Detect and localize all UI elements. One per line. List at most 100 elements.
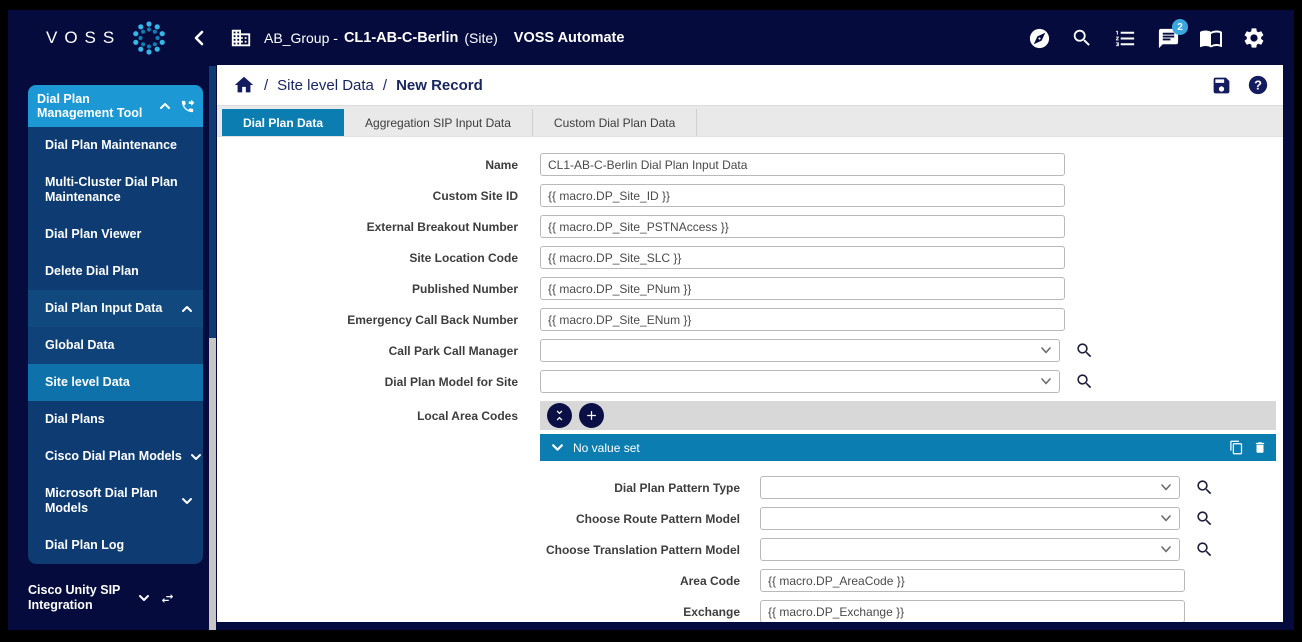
sidebar-item-delete-dial-plan[interactable]: Delete Dial Plan (28, 253, 203, 290)
main-content: / Site level Data / New Record ? Dial Pl… (217, 65, 1283, 622)
voss-logo: VOSS (8, 19, 186, 57)
sidebar-item-dial-plan-viewer[interactable]: Dial Plan Viewer (28, 216, 203, 253)
chevron-down-icon (1160, 483, 1172, 492)
external-breakout-number-field[interactable] (540, 215, 1065, 238)
voss-logo-text: VOSS (46, 28, 121, 48)
sidebar-item-global-data[interactable]: Global Data (28, 327, 203, 364)
field-label: Emergency Call Back Number (217, 313, 540, 327)
tab-bar: Dial Plan Data Aggregation SIP Input Dat… (217, 106, 1283, 137)
chevron-down-icon (138, 594, 150, 602)
search-icon (1195, 478, 1214, 497)
form-row-published-number: Published Number (217, 277, 1283, 300)
name-field[interactable] (540, 153, 1065, 176)
chevron-down-icon (190, 453, 202, 461)
sidebar-item-dial-plan-maintenance[interactable]: Dial Plan Maintenance (28, 127, 203, 164)
top-icon-group: 2 (1027, 26, 1294, 50)
choose-route-pattern-model-search-button[interactable] (1195, 509, 1214, 528)
chevron-up-icon (181, 305, 193, 313)
area-code-field[interactable] (760, 569, 1185, 592)
book-icon (1199, 26, 1223, 50)
dial-plan-model-for-site-search-button[interactable] (1075, 372, 1094, 391)
documentation-button[interactable] (1199, 26, 1223, 50)
sidebar-item-dial-plans[interactable]: Dial Plans (28, 401, 203, 438)
breadcrumb-separator: / (264, 77, 268, 94)
help-button[interactable]: ? (1247, 74, 1269, 96)
chevron-up-icon (159, 102, 171, 110)
sidebar-group-header-dial-plan-management-tool[interactable]: Dial Plan Management Tool (28, 85, 203, 127)
breadcrumb-current: New Record (396, 77, 483, 94)
sidebar-collapse-button[interactable] (186, 30, 212, 46)
form-row-name: Name (217, 153, 1283, 176)
published-number-field[interactable] (540, 277, 1065, 300)
dial-plan-pattern-type-select[interactable] (760, 476, 1180, 499)
search-icon (1075, 372, 1094, 391)
search-button[interactable] (1070, 26, 1094, 50)
dial-plan-pattern-type-search-button[interactable] (1195, 478, 1214, 497)
choose-translation-pattern-model-search-button[interactable] (1195, 540, 1214, 559)
help-icon: ? (1247, 74, 1269, 96)
context-group: AB_Group - (264, 30, 338, 46)
sidebar-scrollbar-thumb[interactable] (209, 66, 216, 338)
explore-button[interactable] (1027, 26, 1051, 50)
field-label: Published Number (217, 282, 540, 296)
tab-dial-plan-data[interactable]: Dial Plan Data (222, 109, 344, 136)
site-location-code-field[interactable] (540, 246, 1065, 269)
transactions-button[interactable] (1113, 26, 1137, 50)
call-park-call-manager-search-button[interactable] (1075, 341, 1094, 360)
field-label: External Breakout Number (217, 220, 540, 234)
sidebar-group-dial-plan-management: Dial Plan Management Tool Dial Plan Main… (28, 85, 203, 564)
trash-icon (1253, 440, 1267, 455)
breadcrumb-section[interactable]: Site level Data (277, 77, 374, 94)
tab-custom-dial-plan-data[interactable]: Custom Dial Plan Data (533, 109, 697, 136)
custom-site-id-field[interactable] (540, 184, 1065, 207)
local-area-codes-toolbar (540, 401, 1276, 430)
sidebar-item-dial-plan-log[interactable]: Dial Plan Log (28, 527, 203, 564)
sidebar-group-body: Dial Plan Maintenance Multi-Cluster Dial… (28, 127, 203, 564)
form-row-external-breakout-number: External Breakout Number (217, 215, 1283, 238)
sidebar: Dial Plan Management Tool Dial Plan Main… (8, 66, 209, 630)
form-row-dial-plan-pattern-type: Dial Plan Pattern Type (540, 476, 1276, 499)
exchange-field[interactable] (760, 600, 1185, 622)
plus-icon (584, 408, 599, 423)
sidebar-subgroup-dial-plan-input-data[interactable]: Dial Plan Input Data (28, 290, 203, 327)
search-icon (1195, 540, 1214, 559)
copy-entry-button[interactable] (1229, 440, 1244, 455)
call-park-call-manager-select[interactable] (540, 339, 1060, 362)
building-icon (230, 27, 252, 49)
sidebar-scrollbar[interactable] (209, 66, 216, 630)
copy-icon (1229, 440, 1244, 455)
collapse-all-button[interactable] (547, 403, 572, 428)
breadcrumb: / Site level Data / New Record ? (217, 65, 1283, 106)
choose-route-pattern-model-select[interactable] (760, 507, 1180, 530)
hierarchy-breadcrumb[interactable]: AB_Group - CL1-AB-C-Berlin (Site) (230, 27, 498, 49)
phone-forwarded-icon (180, 99, 195, 114)
sidebar-item-cisco-dial-plan-models[interactable]: Cisco Dial Plan Models (28, 438, 203, 475)
breadcrumb-separator: / (383, 77, 387, 94)
form-row-choose-translation-pattern-model: Choose Translation Pattern Model (540, 538, 1276, 561)
home-button[interactable] (233, 74, 255, 96)
save-button[interactable] (1211, 75, 1232, 96)
form-row-dial-plan-model-for-site: Dial Plan Model for Site (217, 370, 1283, 393)
chevron-down-icon (1160, 545, 1172, 554)
dial-plan-model-for-site-select[interactable] (540, 370, 1060, 393)
form-row-exchange: Exchange (540, 600, 1276, 622)
svg-text:?: ? (1254, 78, 1262, 93)
tab-aggregation-sip-input-data[interactable]: Aggregation SIP Input Data (344, 109, 533, 136)
local-area-codes-group-header[interactable]: No value set (540, 434, 1276, 461)
sidebar-item-microsoft-dial-plan-models[interactable]: Microsoft Dial Plan Models (28, 475, 203, 527)
delete-entry-button[interactable] (1253, 440, 1267, 455)
settings-button[interactable] (1242, 26, 1266, 50)
sidebar-item-site-level-data[interactable]: Site level Data (28, 364, 203, 401)
messages-button[interactable]: 2 (1156, 26, 1180, 50)
collapse-icon (552, 408, 567, 423)
emergency-call-back-number-field[interactable] (540, 308, 1065, 331)
field-label: Choose Translation Pattern Model (540, 543, 760, 557)
sidebar-item-multi-cluster-dial-plan-maintenance[interactable]: Multi-Cluster Dial Plan Maintenance (28, 164, 203, 216)
save-icon (1211, 75, 1232, 96)
choose-translation-pattern-model-select[interactable] (760, 538, 1180, 561)
sidebar-item-cisco-unity-sip-integration[interactable]: Cisco Unity SIP Integration (8, 572, 209, 624)
form-row-call-park-call-manager: Call Park Call Manager (217, 339, 1283, 362)
add-entry-button[interactable] (579, 403, 604, 428)
sidebar-item-ms-teams-dial-plan[interactable]: MS Teams Dial Plan (8, 624, 209, 630)
field-label: Custom Site ID (217, 189, 540, 203)
